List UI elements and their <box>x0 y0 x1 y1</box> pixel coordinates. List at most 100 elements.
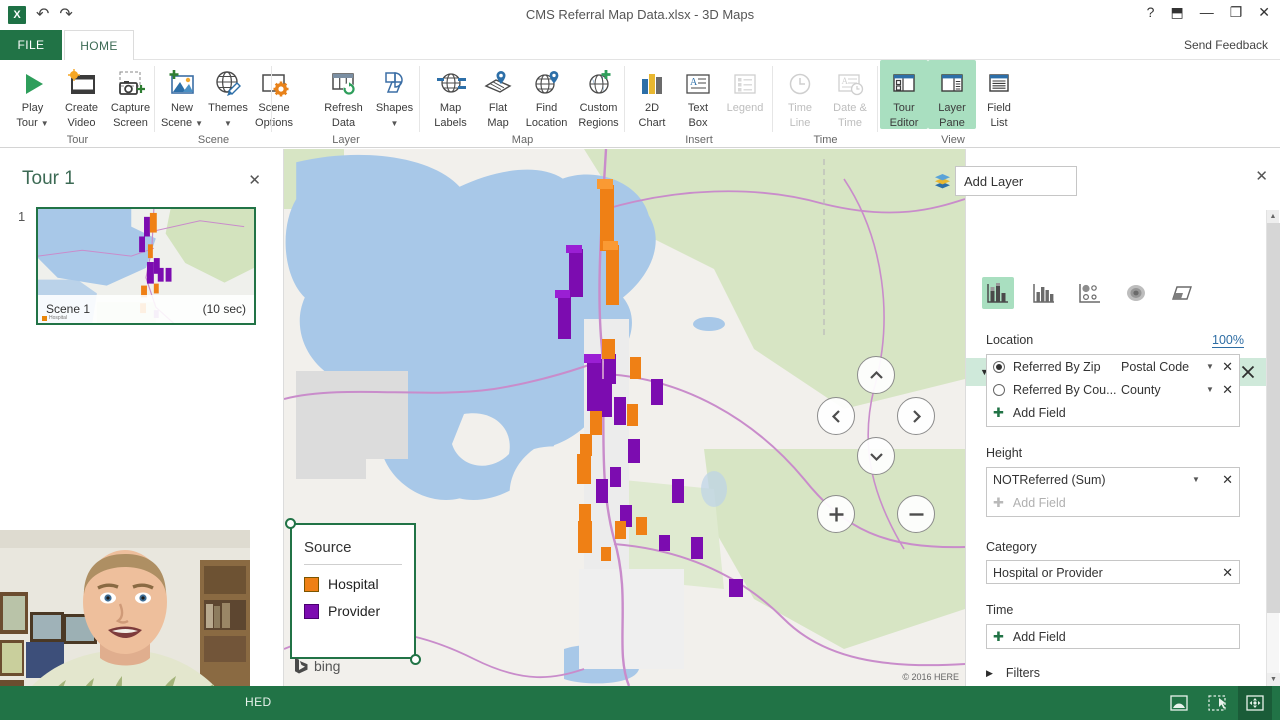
ribbon-group-tour: Play Tour ▼ <box>0 60 155 148</box>
2d-chart-button[interactable]: 2D Chart <box>629 60 675 129</box>
text-box-label-top: Text <box>688 102 708 114</box>
height-field-row-1[interactable]: NOTReferred (Sum) ▼ ✕ <box>987 468 1239 491</box>
location-remove-1[interactable]: ✕ <box>1222 359 1233 375</box>
map-legend[interactable]: Source Hospital Provider <box>290 523 416 659</box>
new-scene-label-bottom: Scene <box>161 117 192 129</box>
ribbon-group-map-label: Map <box>420 134 625 146</box>
location-radio-1[interactable] <box>993 361 1005 373</box>
new-scene-caret-icon[interactable]: ▼ <box>195 120 203 127</box>
map-legend-title: Source <box>304 539 414 556</box>
scroll-down-arrow-icon[interactable]: ▼ <box>1267 673 1280 686</box>
ribbon-group-view-label: View <box>878 134 1028 146</box>
category-field-box: Hospital or Provider ✕ <box>986 560 1240 584</box>
status-bar: HED <box>0 686 1280 720</box>
pan-down-button[interactable] <box>857 437 895 475</box>
height-field-dropdown-1[interactable]: ▼ <box>1189 475 1203 484</box>
tab-home[interactable]: HOME <box>64 30 134 60</box>
location-field-row-2[interactable]: Referred By Cou... County ▼ ✕ <box>987 378 1239 401</box>
location-label: Location <box>986 333 1033 347</box>
field-list-button[interactable]: Field List <box>976 60 1022 129</box>
play-tour-button[interactable]: Play Tour ▼ <box>8 60 57 129</box>
scene-view-icon[interactable] <box>1162 686 1196 720</box>
add-layer-label: Add Layer <box>964 174 1023 189</box>
ribbon-group-layer-label: Layer <box>272 134 420 146</box>
map-canvas[interactable]: Source Hospital Provider <box>284 149 965 686</box>
map-legend-divider <box>304 564 402 565</box>
tour-editor-button[interactable]: Tour Editor <box>880 60 928 129</box>
map-attribution: © 2016 HERE <box>902 672 959 682</box>
time-add-field-button[interactable]: ✚ Add Field <box>987 625 1239 648</box>
play-icon <box>18 65 48 99</box>
filters-expand-triangle-icon[interactable]: ▶ <box>986 668 993 679</box>
tab-file[interactable]: FILE <box>0 30 62 60</box>
pan-tool-icon[interactable] <box>1238 686 1272 720</box>
tour-pane-close-icon[interactable]: ✕ <box>248 171 261 189</box>
stacked-column-chart-icon[interactable] <box>982 277 1014 309</box>
legend-icon <box>729 65 761 99</box>
layer-pane-button[interactable]: Layer Pane <box>928 60 976 129</box>
ribbon-group-insert-label: Insert <box>625 134 773 146</box>
location-remove-2[interactable]: ✕ <box>1222 382 1233 398</box>
location-type-dropdown-1[interactable]: ▼ <box>1203 362 1217 371</box>
close-button[interactable]: ✕ <box>1258 5 1270 19</box>
location-add-field-button[interactable]: ✚ Add Field <box>987 401 1239 424</box>
close-icon[interactable] <box>1241 365 1255 379</box>
new-scene-button[interactable]: New Scene ▼ <box>159 60 205 129</box>
bubble-chart-icon[interactable] <box>1074 277 1106 309</box>
find-location-button[interactable]: Find Location <box>521 60 572 129</box>
scrollbar-thumb[interactable] <box>1267 223 1280 613</box>
play-tour-caret-icon[interactable]: ▼ <box>41 120 49 127</box>
maximize-button[interactable]: ❐ <box>1230 5 1243 19</box>
flat-map-label-bottom: Map <box>487 117 508 129</box>
minus-icon <box>908 506 925 523</box>
minimize-button[interactable]: — <box>1200 5 1214 19</box>
heat-map-icon[interactable] <box>1120 277 1152 309</box>
pan-up-button[interactable] <box>857 356 895 394</box>
shapes-caret-icon[interactable]: ▼ <box>391 119 399 128</box>
zoom-in-button[interactable] <box>817 495 855 533</box>
location-radio-2[interactable] <box>993 384 1005 396</box>
location-type-dropdown-2[interactable]: ▼ <box>1203 385 1217 394</box>
themes-caret-icon[interactable]: ▼ <box>224 119 232 128</box>
category-label: Category <box>986 540 1037 554</box>
height-field-box: NOTReferred (Sum) ▼ ✕ ✚ Add Field <box>986 467 1240 517</box>
plus-icon: ✚ <box>993 405 1004 421</box>
refresh-data-button[interactable]: Refresh Data <box>318 60 369 129</box>
help-icon[interactable]: ? <box>1147 5 1155 19</box>
2d-chart-label-bottom: Chart <box>639 117 666 129</box>
themes-button[interactable]: Themes ▼ <box>205 60 251 129</box>
layer-pane-scrollbar[interactable]: ▲ ▼ <box>1266 210 1279 686</box>
legend-resize-handle-bottom-right[interactable] <box>410 654 421 665</box>
text-box-button[interactable]: A Text Box <box>675 60 721 129</box>
scroll-up-arrow-icon[interactable]: ▲ <box>1267 210 1279 223</box>
capture-screen-button[interactable]: Capture Screen <box>106 60 155 129</box>
location-percent[interactable]: 100% <box>1212 333 1244 348</box>
map-labels-button[interactable]: Map Labels <box>426 60 475 129</box>
shapes-button[interactable]: Shapes ▼ <box>369 60 420 129</box>
select-tool-icon[interactable] <box>1200 686 1234 720</box>
layer-pane-label-bottom: Pane <box>939 117 965 129</box>
flat-map-button[interactable]: Flat Map <box>475 60 521 129</box>
create-video-button[interactable]: Create Video <box>57 60 106 129</box>
height-remove-1[interactable]: ✕ <box>1222 472 1233 488</box>
category-field-row[interactable]: Hospital or Provider ✕ <box>987 561 1239 584</box>
ribbon-display-options-icon[interactable]: ⬒ <box>1170 5 1183 19</box>
window-controls: ? ⬒ — ❐ ✕ <box>1147 5 1270 19</box>
region-map-icon[interactable] <box>1166 277 1198 309</box>
zoom-out-button[interactable] <box>897 495 935 533</box>
layer-pane-close-icon[interactable]: ✕ <box>1255 167 1268 185</box>
filters-section[interactable]: ▶ Filters <box>986 666 1040 680</box>
pan-left-button[interactable] <box>817 397 855 435</box>
clustered-column-chart-icon[interactable] <box>1028 277 1060 309</box>
legend-resize-handle-top-left[interactable] <box>285 518 296 529</box>
custom-regions-button[interactable]: Custom Regions <box>572 60 625 129</box>
category-remove[interactable]: ✕ <box>1222 565 1233 581</box>
refresh-data-icon <box>328 65 360 99</box>
pan-right-button[interactable] <box>897 397 935 435</box>
add-layer-button[interactable]: Add Layer <box>955 166 1077 196</box>
time-line-label-top: Time <box>788 102 812 114</box>
scene-thumbnail[interactable]: Hospital Scene 1 (10 sec) <box>36 207 256 325</box>
height-add-field-button[interactable]: ✚ Add Field <box>987 491 1239 514</box>
location-field-row-1[interactable]: Referred By Zip Postal Code ▼ ✕ <box>987 355 1239 378</box>
ribbon-group-layer: Refresh Data Shapes ▼ Layer <box>272 60 420 148</box>
